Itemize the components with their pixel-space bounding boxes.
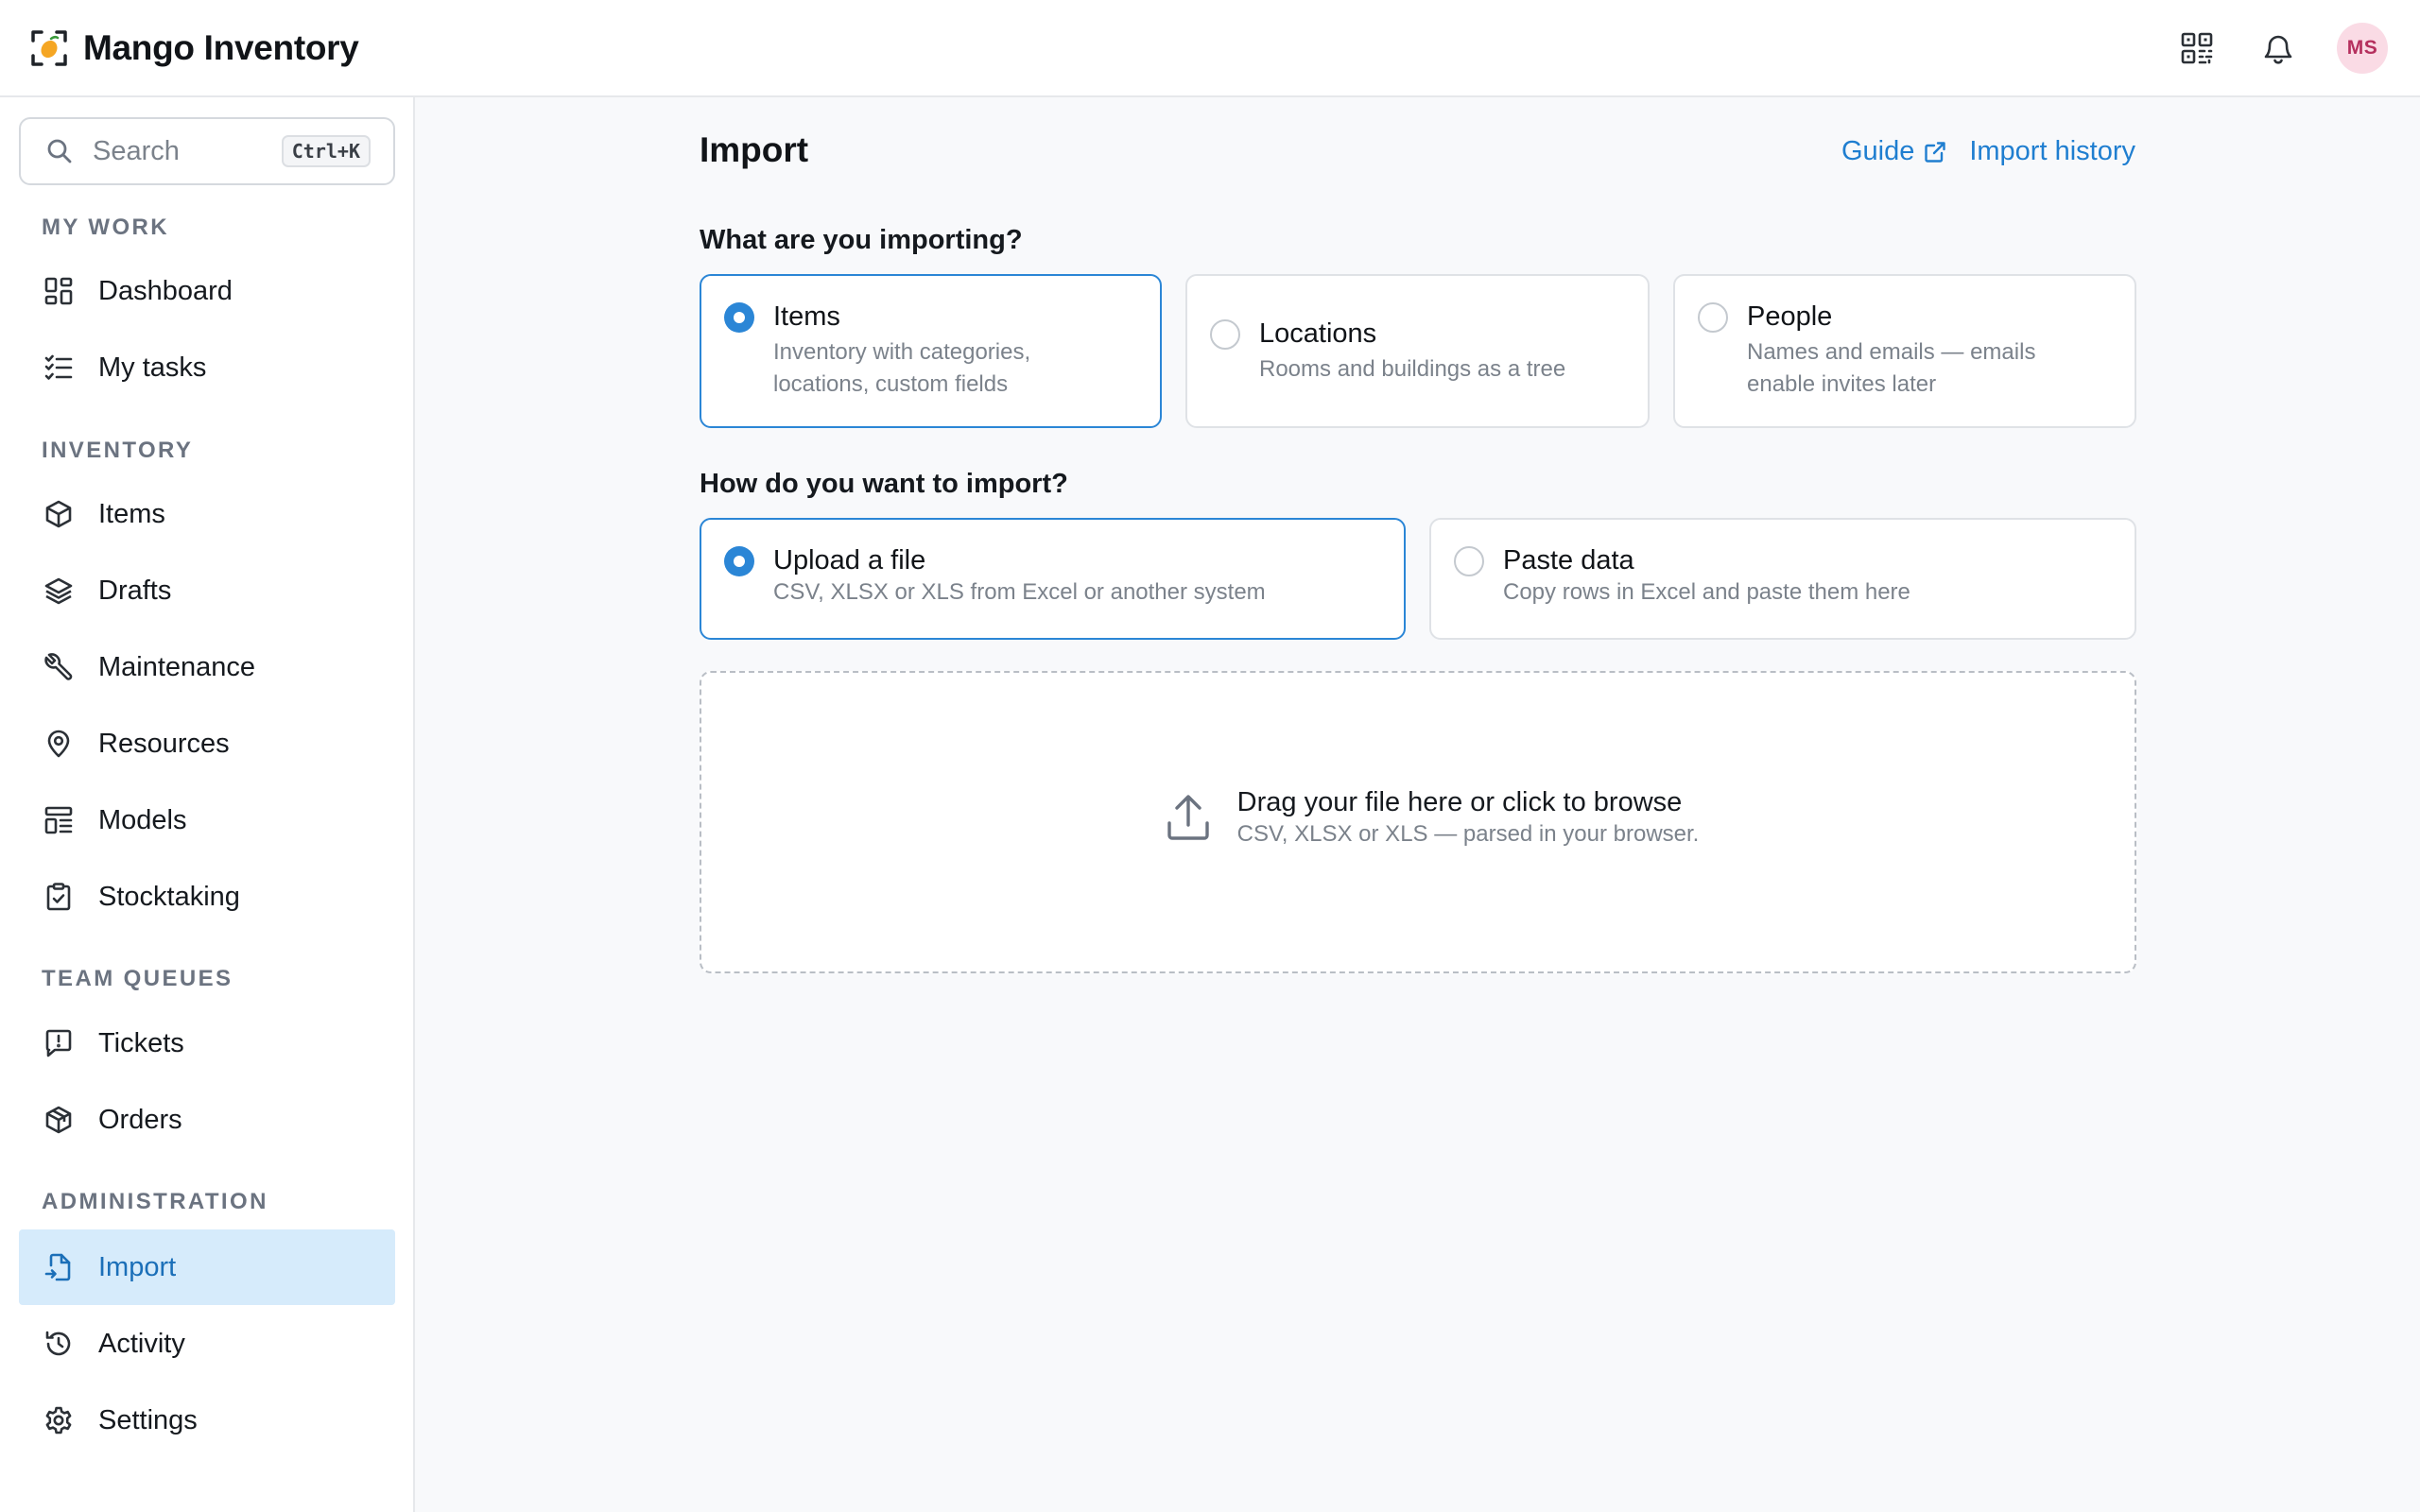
sidebar-item-resources[interactable]: Resources xyxy=(19,706,395,782)
sidebar-item-orders[interactable]: Orders xyxy=(19,1082,395,1158)
import-type-desc: Rooms and buildings as a tree xyxy=(1259,355,1566,382)
header-actions: MS xyxy=(2174,22,2390,74)
upload-icon xyxy=(1166,793,1211,842)
sidebar-item-models[interactable]: Models xyxy=(19,782,395,858)
cube-icon xyxy=(42,497,76,531)
import-method-title: Upload a file xyxy=(773,545,926,576)
qr-code-button[interactable] xyxy=(2174,26,2220,71)
sidebar-item-label: Dashboard xyxy=(98,275,233,306)
import-method-desc: CSV, XLSX or XLS from Excel or another s… xyxy=(773,579,1266,605)
sidebar-item-activity[interactable]: Activity xyxy=(19,1306,395,1382)
import-type-title: People xyxy=(1747,301,1833,332)
notifications-button[interactable] xyxy=(2256,26,2301,71)
sidebar: Search Ctrl+K MY WORK Dashboard My tasks… xyxy=(0,97,415,1512)
sidebar-item-label: My tasks xyxy=(98,352,207,383)
radio-upload[interactable] xyxy=(724,546,754,576)
app-title: Mango Inventory xyxy=(83,27,359,67)
radio-paste[interactable] xyxy=(1454,546,1484,576)
sidebar-item-dashboard[interactable]: Dashboard xyxy=(19,253,395,329)
sidebar-item-maintenance[interactable]: Maintenance xyxy=(19,629,395,705)
section-label-inventory: INVENTORY xyxy=(42,438,194,463)
file-import-icon xyxy=(42,1250,76,1284)
import-type-title: Items xyxy=(773,301,840,332)
history-icon xyxy=(42,1327,76,1361)
import-method-question: How do you want to import? xyxy=(700,469,1068,499)
message-alert-icon xyxy=(42,1026,76,1060)
import-method-desc: Copy rows in Excel and paste them here xyxy=(1503,579,1910,605)
bell-icon xyxy=(2262,31,2294,65)
user-avatar[interactable]: MS xyxy=(2337,22,2388,74)
search-placeholder: Search xyxy=(93,135,180,166)
sidebar-item-label: Import xyxy=(98,1251,177,1282)
search-icon xyxy=(45,137,74,165)
search-shortcut-badge: Ctrl+K xyxy=(281,135,371,167)
sidebar-item-label: Tickets xyxy=(98,1027,184,1058)
page-title: Import xyxy=(700,130,809,169)
dropzone-title: Drag your file here or click to browse xyxy=(1236,787,1683,817)
sidebar-item-label: Drafts xyxy=(98,575,172,606)
sidebar-item-stocktaking[interactable]: Stocktaking xyxy=(19,859,395,935)
sidebar-item-import[interactable]: Import xyxy=(19,1229,395,1305)
radio-locations[interactable] xyxy=(1210,318,1240,350)
import-method-upload[interactable]: Upload a file CSV, XLSX or XLS from Exce… xyxy=(700,518,1406,640)
radio-items[interactable] xyxy=(724,302,754,333)
sidebar-item-label: Items xyxy=(98,498,165,529)
section-label-team-queues: TEAM QUEUES xyxy=(42,966,233,991)
package-icon xyxy=(42,1103,76,1137)
layers-icon xyxy=(42,574,76,608)
sidebar-item-label: Models xyxy=(98,804,187,835)
guide-link[interactable]: Guide xyxy=(1841,136,1946,167)
import-type-desc: Names and emails — emails xyxy=(1747,339,2036,365)
sidebar-item-items[interactable]: Items xyxy=(19,476,395,552)
sidebar-item-label: Settings xyxy=(98,1404,198,1435)
file-dropzone[interactable]: Drag your file here or click to browse C… xyxy=(700,671,2136,973)
section-label-my-work: MY WORK xyxy=(42,215,170,240)
clipboard-check-icon xyxy=(42,880,76,914)
gear-icon xyxy=(42,1403,76,1437)
import-type-desc: Inventory with categories, xyxy=(773,339,1031,365)
page-links: Guide Import history xyxy=(1841,136,2135,167)
dashboard-icon xyxy=(42,274,76,308)
external-link-icon xyxy=(1924,141,1946,163)
section-label-administration: ADMINISTRATION xyxy=(42,1189,268,1214)
wrench-icon xyxy=(42,650,76,684)
top-header: Mango Inventory MS xyxy=(0,0,2420,97)
logo-icon xyxy=(30,29,68,67)
import-type-title: Locations xyxy=(1259,318,1377,349)
sidebar-item-drafts[interactable]: Drafts xyxy=(19,553,395,628)
import-type-items[interactable]: Items Inventory with categories, locatio… xyxy=(700,274,1162,428)
brand[interactable]: Mango Inventory xyxy=(30,28,359,68)
sidebar-item-settings[interactable]: Settings xyxy=(19,1383,395,1458)
sidebar-item-label: Maintenance xyxy=(98,651,256,682)
import-method-title: Paste data xyxy=(1503,545,1634,576)
tasks-icon xyxy=(42,351,76,385)
map-pin-icon xyxy=(42,727,76,761)
template-icon xyxy=(42,803,76,837)
import-type-locations[interactable]: Locations Rooms and buildings as a tree xyxy=(1185,274,1650,428)
sidebar-item-label: Activity xyxy=(98,1328,185,1359)
sidebar-item-label: Orders xyxy=(98,1104,182,1135)
sidebar-item-label: Resources xyxy=(98,728,230,759)
guide-link-label: Guide xyxy=(1841,136,1915,166)
radio-people[interactable] xyxy=(1698,302,1728,333)
import-type-desc: locations, custom fields xyxy=(773,371,1009,397)
import-type-desc: enable invites later xyxy=(1747,371,1937,397)
import-type-question: What are you importing? xyxy=(700,225,1023,255)
import-type-people[interactable]: People Names and emails — emails enable … xyxy=(1673,274,2136,428)
search-input[interactable]: Search Ctrl+K xyxy=(19,117,395,185)
sidebar-item-label: Stocktaking xyxy=(98,881,240,912)
sidebar-item-my-tasks[interactable]: My tasks xyxy=(19,330,395,405)
qr-code-icon xyxy=(2181,32,2213,64)
import-history-link[interactable]: Import history xyxy=(1969,136,2135,167)
sidebar-item-tickets[interactable]: Tickets xyxy=(19,1005,395,1081)
dropzone-subtitle: CSV, XLSX or XLS — parsed in your browse… xyxy=(1236,821,1700,847)
import-method-paste[interactable]: Paste data Copy rows in Excel and paste … xyxy=(1429,518,2136,640)
